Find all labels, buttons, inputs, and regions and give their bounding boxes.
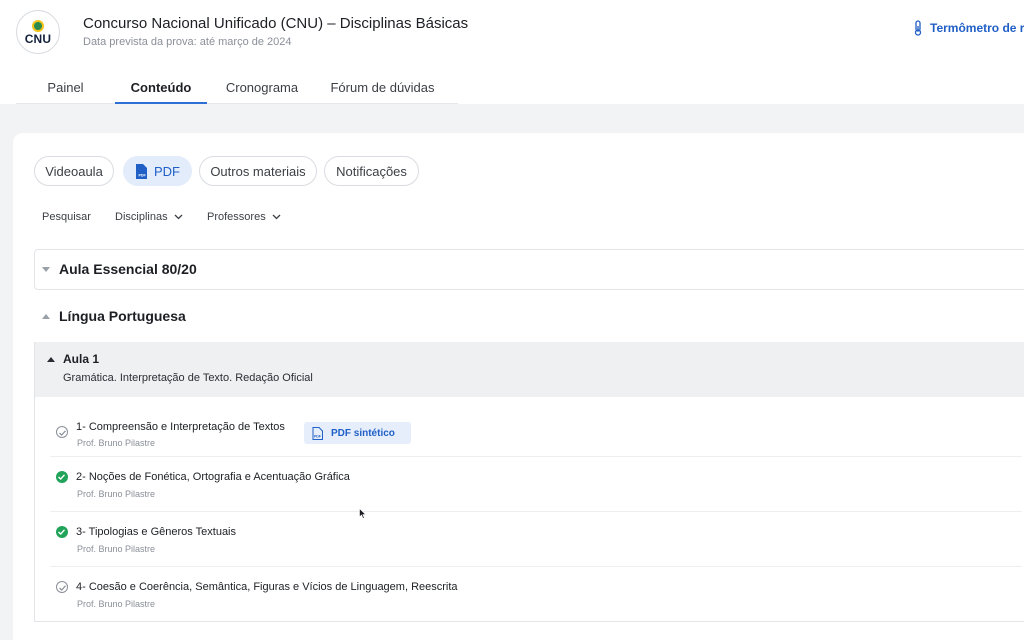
exam-date: Data prevista da prova: até março de 202… (83, 36, 292, 48)
list-item[interactable]: 1- Compreensão e Interpretação de Textos… (50, 402, 1022, 457)
item-title: 2- Noções de Fonética, Ortografia e Acen… (76, 471, 350, 483)
svg-text:PDF: PDF (314, 434, 321, 438)
tab-painel[interactable]: Painel (16, 72, 115, 103)
section-aula-essencial-header[interactable]: Aula Essencial 80/20 (42, 261, 197, 277)
expand-arrow-icon (47, 357, 55, 362)
item-title: 1- Compreensão e Interpretação de Textos (76, 421, 285, 433)
search-filter[interactable]: Pesquisar (42, 211, 91, 223)
collapse-arrow-icon (42, 266, 50, 272)
section-lingua-portuguesa-header[interactable]: Língua Portuguesa (42, 308, 186, 324)
chip-videoaula[interactable]: Videoaula (34, 156, 114, 186)
section-title: Aula Essencial 80/20 (59, 261, 197, 277)
svg-text:PDF: PDF (139, 173, 147, 177)
professores-label: Professores (207, 211, 266, 223)
logo-text: CNU (24, 31, 52, 46)
chip-pdf-label: PDF (154, 163, 180, 179)
disciplinas-label: Disciplinas (115, 211, 168, 223)
list-item[interactable]: 3- Tipologias e Gêneros Textuais Prof. B… (50, 512, 1022, 567)
pending-check-icon (56, 581, 68, 593)
tab-conteudo[interactable]: Conteúdo (115, 72, 207, 104)
section-title: Língua Portuguesa (59, 308, 186, 324)
cnu-logo: CNU (16, 10, 60, 54)
pending-check-icon (56, 426, 68, 438)
mouse-cursor-icon (359, 508, 367, 519)
list-item[interactable]: 2- Noções de Fonética, Ortografia e Acen… (50, 457, 1022, 512)
completed-check-icon (56, 526, 68, 538)
tab-cronograma[interactable]: Cronograma (207, 72, 317, 103)
item-professor: Prof. Bruno Pilastre (77, 489, 156, 499)
expand-arrow-icon (42, 313, 50, 319)
pdf-file-icon: PDF (312, 426, 323, 440)
chip-outros-label: Outros materiais (210, 163, 306, 179)
course-title: Concurso Nacional Unificado (CNU) – Disc… (83, 15, 469, 32)
professores-dropdown[interactable]: Professores (207, 211, 281, 223)
item-title: 3- Tipologias e Gêneros Textuais (76, 526, 236, 538)
chevron-down-icon (272, 214, 281, 220)
chip-outros-materiais[interactable]: Outros materiais (199, 156, 317, 186)
pdf-badge-label: PDF sintético (331, 427, 395, 439)
main-tabs: Painel Conteúdo Cronograma Fórum de dúvi… (16, 72, 458, 104)
pdf-sintetico-badge[interactable]: PDF PDF sintético (304, 422, 411, 444)
aula-1-header[interactable]: Aula 1 Gramática. Interpretação de Texto… (35, 342, 1024, 397)
aula-label: Aula 1 (63, 352, 100, 366)
chip-notificacoes-label: Notificações (336, 163, 407, 179)
list-item[interactable]: 4- Coesão e Coerência, Semântica, Figura… (50, 567, 1022, 622)
search-filter-label: Pesquisar (42, 211, 91, 223)
course-header: CNU Concurso Nacional Unificado (CNU) – … (0, 0, 1024, 104)
completed-check-icon (56, 471, 68, 483)
item-professor: Prof. Bruno Pilastre (77, 599, 156, 609)
item-professor: Prof. Bruno Pilastre (77, 544, 156, 554)
aula-description: Gramática. Interpretação de Texto. Redaç… (63, 372, 313, 384)
chevron-down-icon (174, 214, 183, 220)
emblem-icon (32, 19, 44, 32)
disciplinas-dropdown[interactable]: Disciplinas (115, 211, 183, 223)
item-title: 4- Coesão e Coerência, Semântica, Figura… (76, 581, 458, 593)
thermometer-link[interactable]: Termômetro de r (912, 20, 1024, 36)
thermometer-label: Termômetro de r (930, 21, 1024, 35)
pdf-file-icon: PDF (136, 163, 147, 179)
chip-pdf[interactable]: PDF PDF (123, 156, 192, 186)
thermometer-icon (914, 20, 922, 36)
chip-videoaula-label: Videoaula (45, 163, 103, 179)
item-professor: Prof. Bruno Pilastre (77, 438, 156, 448)
tab-forum[interactable]: Fórum de dúvidas (317, 72, 448, 103)
chip-notificacoes[interactable]: Notificações (324, 156, 419, 186)
